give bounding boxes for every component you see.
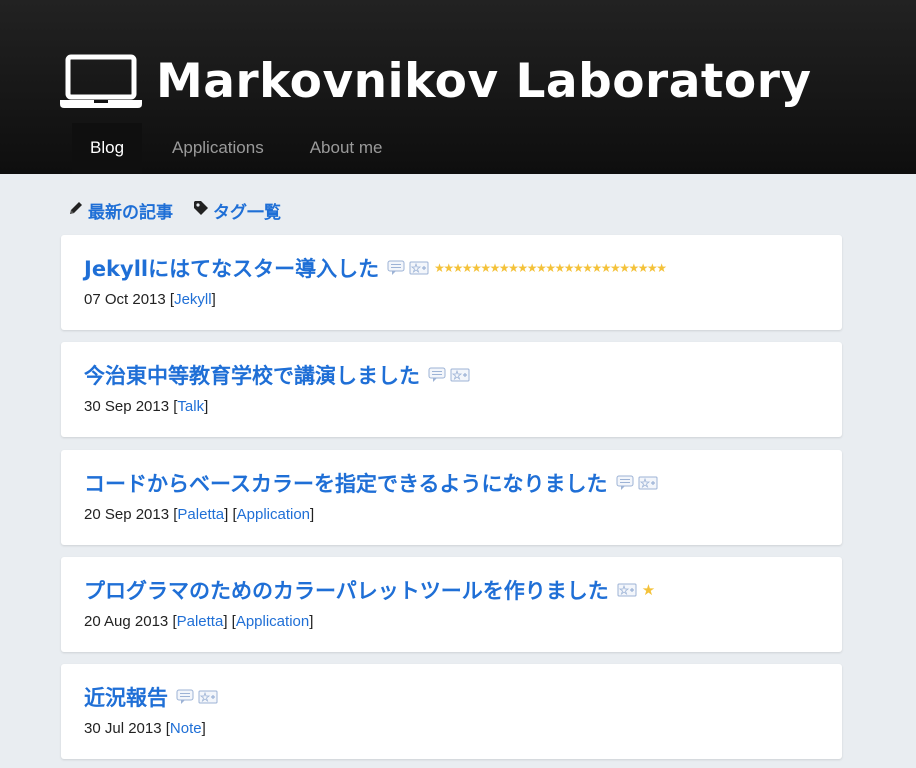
post-meta: 30 Sep 2013 [Talk] (84, 398, 208, 415)
pencil-icon (68, 200, 88, 221)
post-title-row: Jekyllにはてなスター導入した ★★★★★★★★★★★★★★★★★★★★★★… (84, 253, 667, 283)
bracket-close: ] (310, 506, 315, 523)
post-title-row: コードからベースカラーを指定できるようになりました (84, 468, 662, 498)
hatena-star-widget (616, 475, 662, 491)
add-star-icon[interactable] (198, 689, 218, 705)
latest-posts-link[interactable]: 最新の記事 (68, 198, 173, 223)
bracket-close: ] (223, 613, 228, 630)
hatena-star-widget (176, 689, 222, 705)
bracket-close: ] (201, 720, 206, 737)
laptop-icon (60, 54, 142, 108)
post-tag-link[interactable]: Application (237, 506, 310, 523)
add-star-icon[interactable] (450, 367, 470, 383)
tag-icon (193, 200, 213, 221)
comment-icon[interactable] (176, 689, 194, 705)
post-title-link[interactable]: Jekyllにはてなスター導入した (84, 253, 379, 283)
bracket-close: ] (204, 398, 209, 415)
comment-icon[interactable] (387, 260, 405, 276)
main-nav: Blog Applications About me (72, 123, 410, 174)
post-date: 20 Sep 2013 (84, 506, 170, 523)
nav-blog[interactable]: Blog (72, 123, 143, 174)
post-tag-link[interactable]: Note (170, 720, 202, 737)
post-tag-link[interactable]: Paletta (177, 613, 224, 630)
post-date: 20 Aug 2013 (84, 613, 169, 630)
site-header: Markovnikov Laboratory Blog Applications… (0, 0, 916, 174)
post-title-link[interactable]: 今治東中等教育学校で講演しました (84, 360, 420, 390)
post-title-link[interactable]: コードからベースカラーを指定できるようになりました (84, 468, 608, 498)
latest-posts-label: 最新の記事 (88, 203, 173, 223)
post-tag-link[interactable]: Application (236, 613, 309, 630)
add-star-icon[interactable] (638, 475, 658, 491)
star-list[interactable]: ★ (642, 581, 655, 599)
hatena-star-widget (428, 367, 474, 383)
post-card: プログラマのためのカラーパレットツールを作りました ★ 20 Aug 2013 … (61, 557, 842, 652)
post-meta: 07 Oct 2013 [Jekyll] (84, 291, 216, 308)
comment-icon[interactable] (428, 367, 446, 383)
add-star-icon[interactable] (409, 260, 429, 276)
nav-about-me[interactable]: About me (292, 123, 401, 174)
bracket-close: ] (309, 613, 314, 630)
post-title-link[interactable]: 近況報告 (84, 682, 168, 712)
tag-list-label: タグ一覧 (213, 203, 281, 223)
add-star-icon[interactable] (617, 582, 637, 598)
tag-list-link[interactable]: タグ一覧 (193, 198, 281, 223)
post-meta: 30 Jul 2013 [Note] (84, 720, 206, 737)
site-title[interactable]: Markovnikov Laboratory (156, 54, 812, 109)
post-date: 30 Sep 2013 (84, 398, 170, 415)
post-title-link[interactable]: プログラマのためのカラーパレットツールを作りました (84, 575, 609, 605)
comment-icon[interactable] (616, 475, 634, 491)
post-date: 07 Oct 2013 (84, 291, 166, 308)
bracket-close: ] (224, 506, 229, 523)
post-tag-link[interactable]: Jekyll (174, 291, 212, 308)
post-title-row: 近況報告 (84, 682, 222, 712)
post-card: 近況報告 30 Jul 2013 [Note] (61, 664, 842, 759)
brand[interactable]: Markovnikov Laboratory (60, 50, 812, 112)
post-tag-link[interactable]: Paletta (177, 506, 224, 523)
hatena-star-widget: ★ (617, 581, 655, 599)
sub-nav: 最新の記事 タグ一覧 (68, 198, 301, 223)
post-title-row: 今治東中等教育学校で講演しました (84, 360, 474, 390)
post-card: 今治東中等教育学校で講演しました 30 Sep 2013 [Talk] (61, 342, 842, 437)
post-card: コードからベースカラーを指定できるようになりました 20 Sep 2013 [P… (61, 450, 842, 545)
post-date: 30 Jul 2013 (84, 720, 162, 737)
star-list[interactable]: ★★★★★★★★★★★★★★★★★★★★★★★★★ (434, 261, 667, 275)
post-card: Jekyllにはてなスター導入した ★★★★★★★★★★★★★★★★★★★★★★… (61, 235, 842, 330)
post-meta: 20 Aug 2013 [Paletta] [Application] (84, 613, 313, 630)
bracket-close: ] (211, 291, 216, 308)
hatena-star-widget: ★★★★★★★★★★★★★★★★★★★★★★★★★ (387, 260, 667, 276)
nav-applications[interactable]: Applications (154, 123, 282, 174)
post-title-row: プログラマのためのカラーパレットツールを作りました ★ (84, 575, 655, 605)
post-meta: 20 Sep 2013 [Paletta] [Application] (84, 506, 314, 523)
post-tag-link[interactable]: Talk (177, 398, 204, 415)
